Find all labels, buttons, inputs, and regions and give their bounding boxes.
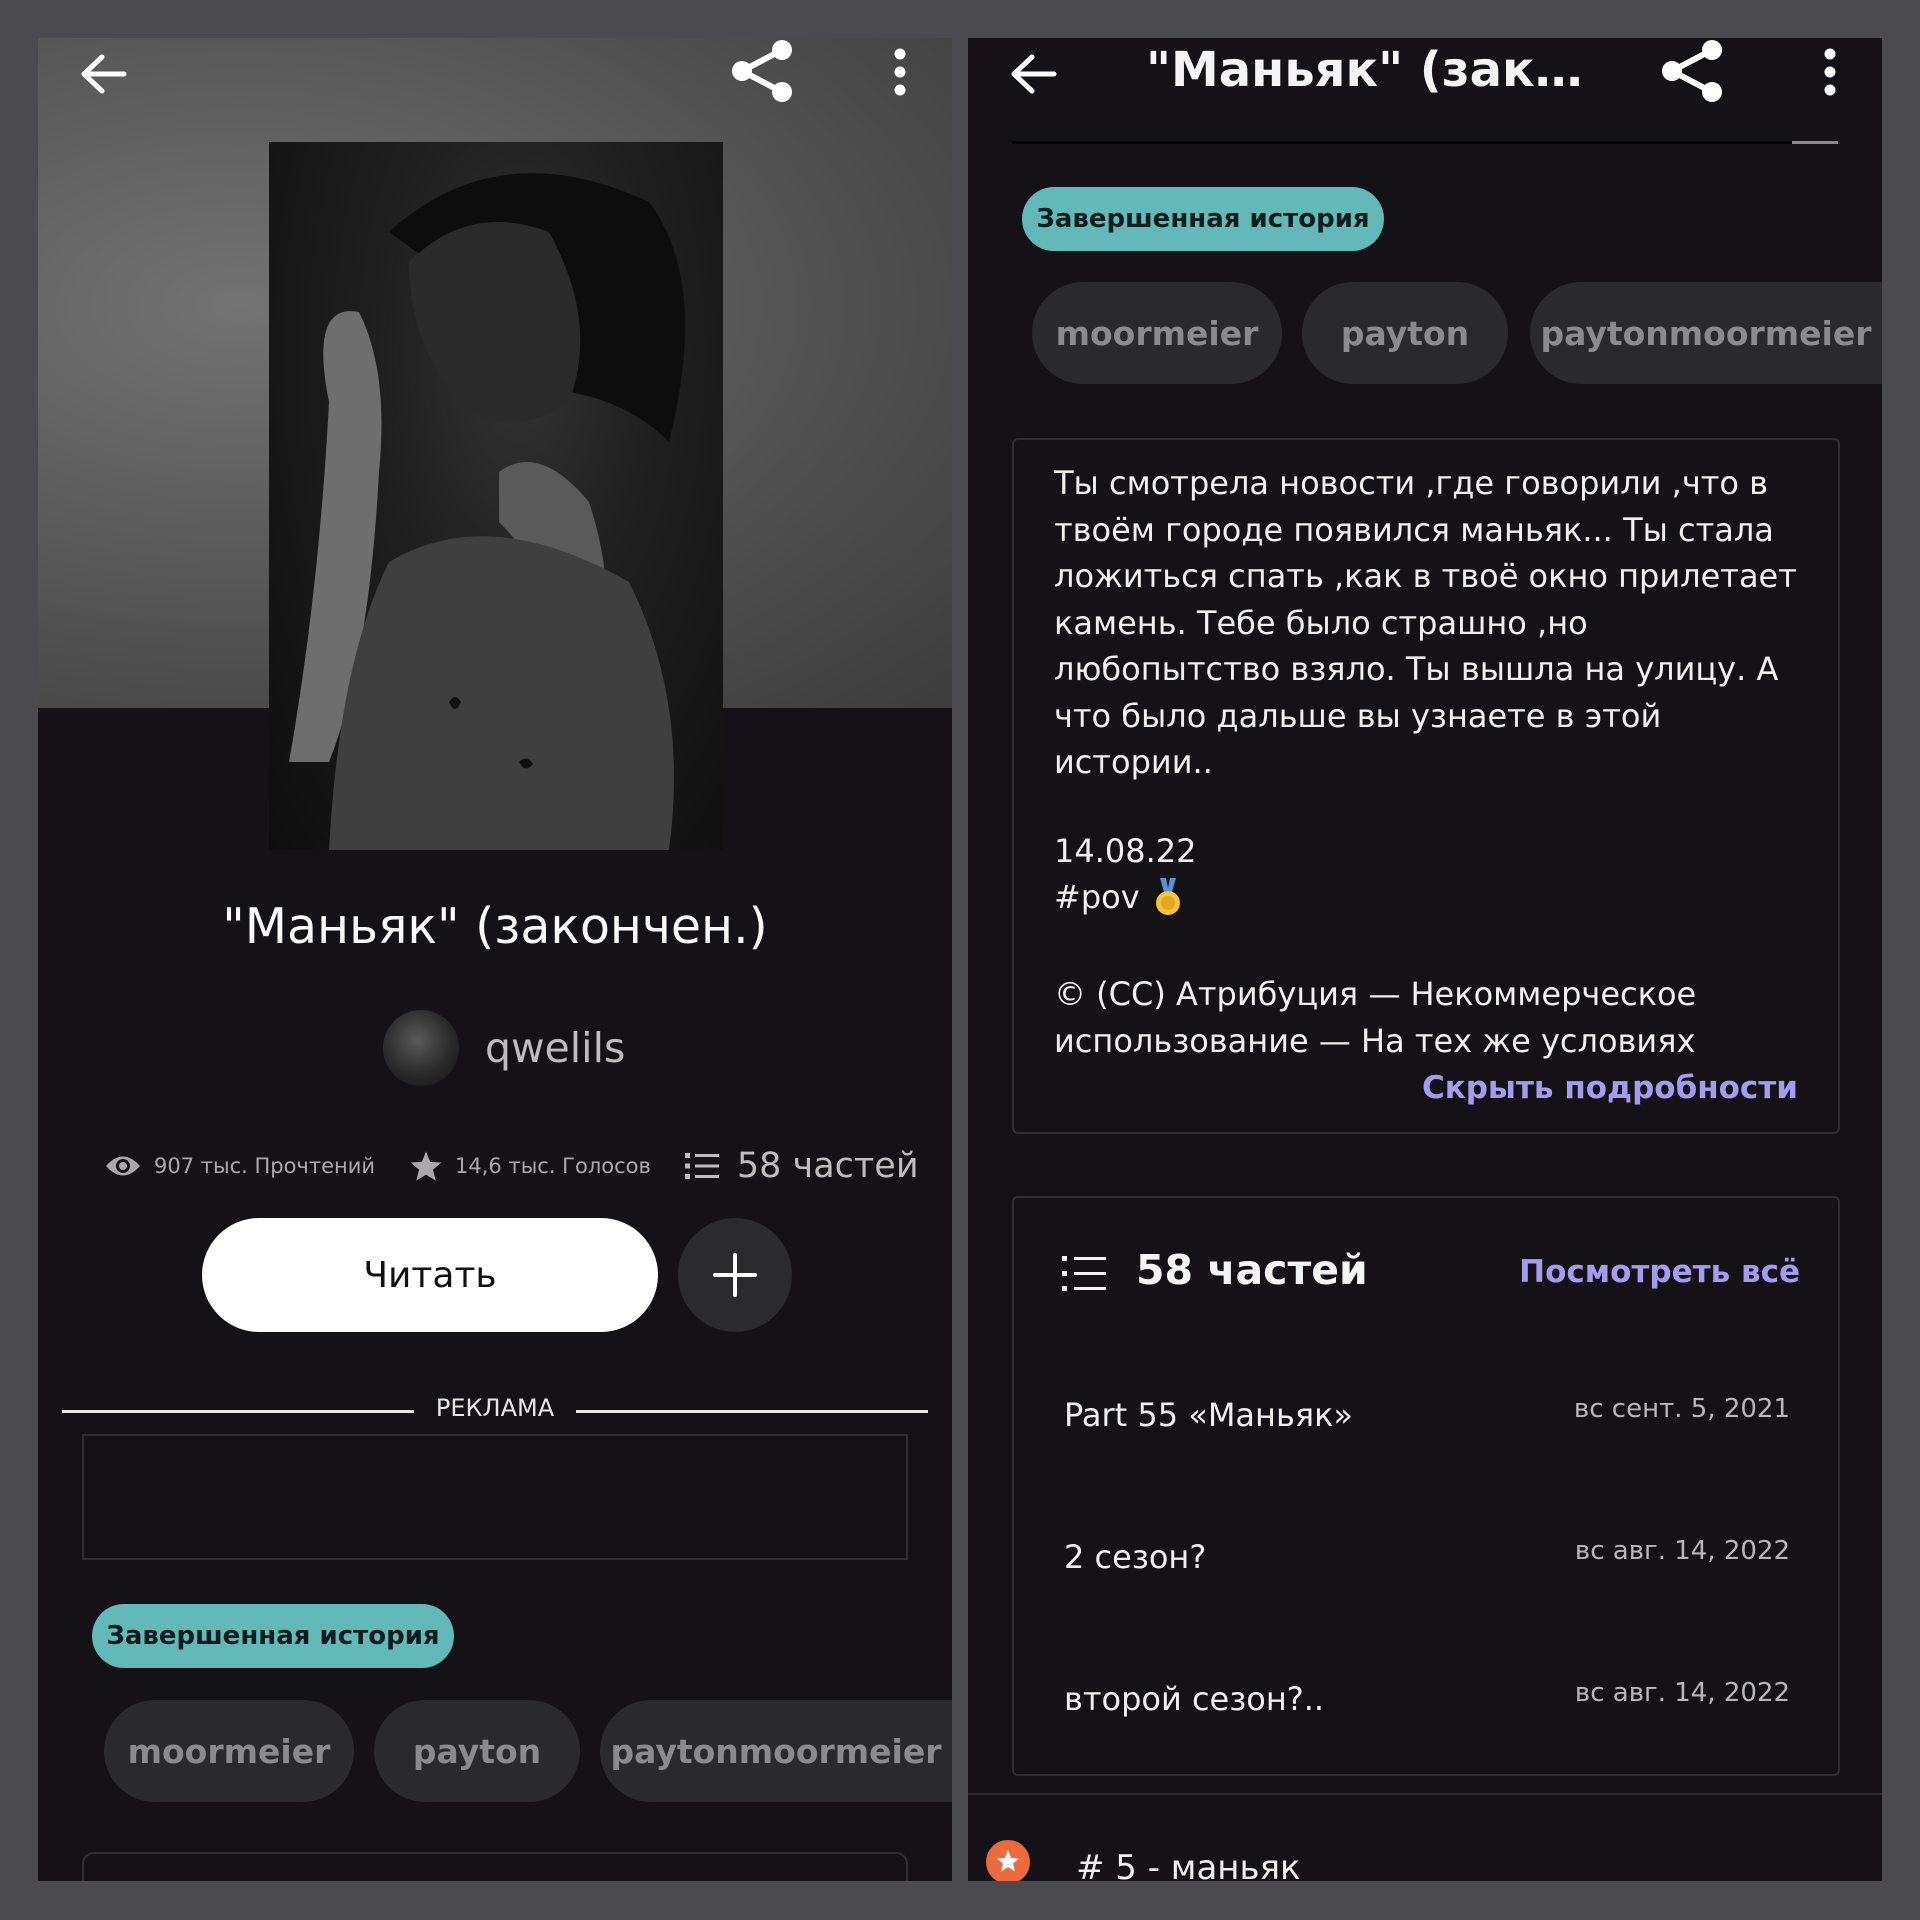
reads-count: 907 тыс. Прочтений [154,1154,376,1178]
part-date: вс авг. 14, 2022 [1574,1678,1790,1708]
parts-stat: 58 частей [684,1146,919,1186]
completed-badge: Завершенная история [1022,187,1384,251]
description-card: Ты смотрела новости ,где говорили ,что в… [1012,438,1840,1134]
medal-icon [1155,878,1180,915]
back-arrow-icon[interactable] [78,52,128,96]
completed-badge: Завершенная история [92,1604,454,1668]
votes-count: 14,6 тыс. Голосов [455,1154,651,1178]
tab-bar [1012,141,1792,144]
license-text: © (CC) Атрибуция — Некоммерческое исполь… [1054,975,1697,1060]
description-hashtag-row: #pov [1054,878,1182,916]
rank-star-icon [997,1850,1019,1872]
section-divider [968,1793,1882,1795]
part-title[interactable]: второй сезон?.. [1064,1680,1324,1718]
ad-slot[interactable] [82,1434,908,1560]
more-vert-icon[interactable] [1822,48,1838,96]
rank-badge [986,1840,1030,1881]
description-hashtag: #pov [1054,878,1140,916]
back-arrow-icon[interactable] [1008,52,1058,96]
author-row[interactable]: qwelils [383,1008,625,1088]
view-all-link[interactable]: Посмотреть всё [1519,1254,1800,1290]
reads-stat: 907 тыс. Прочтений [104,1153,375,1179]
ranking-text[interactable]: # 5 - маньяк [1076,1848,1301,1881]
part-title[interactable]: Part 55 «Маньяк» [1064,1396,1353,1434]
part-date: вс сент. 5, 2021 [1573,1394,1790,1424]
parts-header: 58 частей [1136,1246,1368,1294]
tag-chip[interactable]: moormeier [104,1700,354,1802]
tag-chip[interactable]: paytonmoormeier [600,1700,952,1802]
cover-image[interactable] [269,142,723,850]
add-to-library-button[interactable] [678,1218,792,1332]
tag-chip[interactable]: payton [374,1700,580,1802]
list-icon [684,1153,719,1179]
parts-count: 58 частей [736,1146,919,1186]
description-date: 14.08.22 [1054,832,1197,870]
votes-stat: 14,6 тыс. Голосов [409,1150,651,1182]
tag-chip[interactable]: paytonmoormeier [1530,282,1882,384]
share-icon[interactable] [1660,38,1726,104]
hide-details-link[interactable]: Скрыть подробности [1422,1070,1798,1106]
tag-chip[interactable]: payton [1302,282,1508,384]
tag-chip[interactable]: moormeier [1032,282,1282,384]
story-details-screen: "Маньяк" (закон... Завершенная история m… [968,38,1882,1881]
eye-icon [106,1156,140,1176]
story-overview-screen: "Маньяк" (закончен.) qwelils 907 тыс. Пр… [38,38,952,1881]
star-icon [410,1151,442,1181]
list-icon [1062,1256,1106,1291]
story-description: Ты смотрела новости ,где говорили ,что в… [1054,464,1797,781]
next-section-card [82,1852,908,1881]
tab-indicator [1792,141,1838,144]
share-icon[interactable] [730,38,796,104]
more-vert-icon[interactable] [892,48,908,96]
avatar[interactable] [383,1010,459,1086]
part-date: вс авг. 14, 2022 [1574,1536,1790,1566]
part-title[interactable]: 2 сезон? [1064,1538,1206,1576]
plus-icon [713,1253,757,1297]
parts-card: 58 частей Посмотреть всё Part 55 «Маньяк… [1012,1196,1840,1776]
story-title: "Маньяк" (закончен.) [222,898,768,955]
story-stats: 907 тыс. Прочтений 14,6 тыс. Голосов 58 … [104,1138,922,1194]
author-name[interactable]: qwelils [485,1024,625,1072]
ad-label: РЕКЛАМА [435,1394,555,1422]
read-button[interactable]: Читать [202,1218,658,1332]
header-title: "Маньяк" (закон... [1146,42,1586,98]
